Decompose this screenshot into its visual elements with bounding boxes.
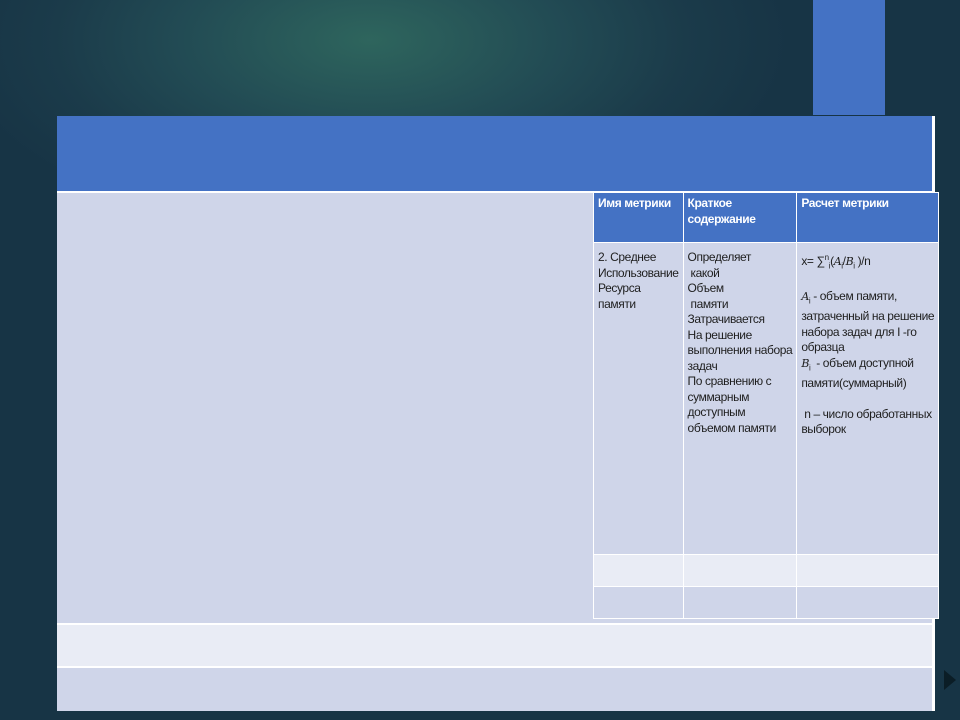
metric-table-header-row: Имя метрики Краткое содержание Расчет мет… bbox=[593, 192, 940, 243]
metric-calculation-cell: x= ∑ni(Ai/Bi )/n Ai - объем памяти, затр… bbox=[796, 242, 940, 555]
table-row: 2. Среднее Использование Ресурса памяти … bbox=[593, 242, 940, 555]
slide-nav-arrow-icon[interactable] bbox=[944, 670, 956, 690]
outer-table-row bbox=[57, 623, 935, 666]
metric-description-cell: Определяет какой Объем памяти Затрачивае… bbox=[682, 242, 798, 555]
table-row-empty bbox=[593, 554, 940, 587]
table-row-empty bbox=[593, 586, 940, 619]
header-description: Краткое содержание bbox=[682, 192, 798, 243]
metric-name-cell: 2. Среднее Использование Ресурса памяти bbox=[593, 242, 684, 555]
outer-table-header bbox=[57, 116, 935, 191]
outer-table-row bbox=[57, 666, 935, 711]
header-metric-name: Имя метрики bbox=[593, 192, 684, 243]
formula: x= ∑ni(Ai/Bi )/n bbox=[801, 253, 871, 271]
header-calculation: Расчет метрики bbox=[796, 192, 940, 243]
accent-bar bbox=[813, 0, 885, 115]
metric-table: Имя метрики Краткое содержание Расчет мет… bbox=[593, 192, 940, 619]
